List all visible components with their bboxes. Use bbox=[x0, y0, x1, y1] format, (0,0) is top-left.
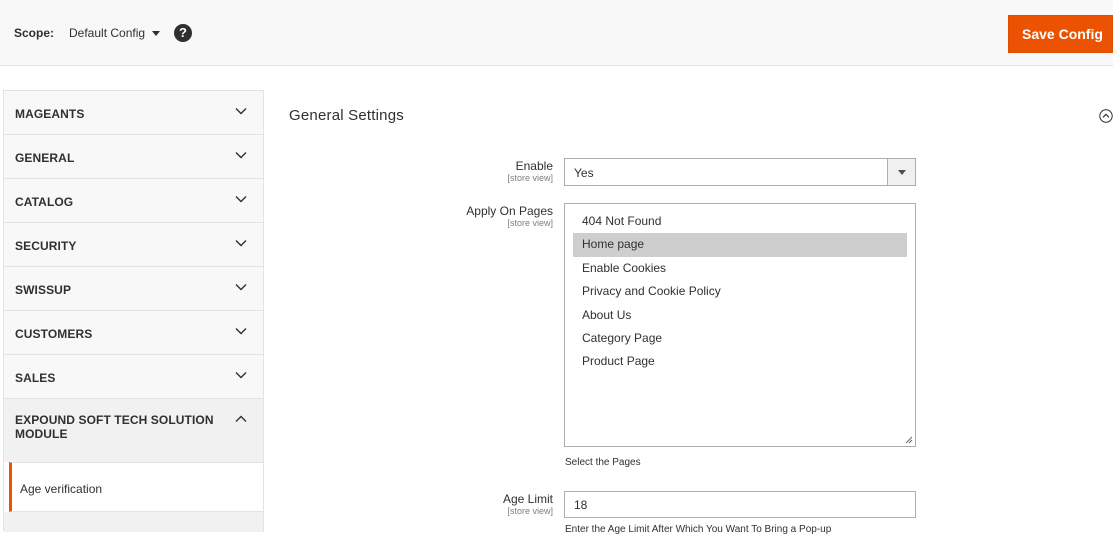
sidebar-item-catalog[interactable]: CATALOG bbox=[4, 178, 264, 222]
chevron-down-icon bbox=[235, 108, 247, 115]
sidebar-item-label: SALES bbox=[15, 371, 56, 385]
page-option-404-not-found[interactable]: 404 Not Found bbox=[573, 210, 907, 233]
chevron-down-icon bbox=[235, 372, 247, 379]
sidebar-item-general[interactable]: GENERAL bbox=[4, 134, 264, 178]
chevron-down-icon bbox=[235, 284, 247, 291]
page-option-product-page[interactable]: Product Page bbox=[573, 350, 907, 373]
page-option-privacy-cookie-policy[interactable]: Privacy and Cookie Policy bbox=[573, 280, 907, 303]
enable-select-value: Yes bbox=[574, 166, 594, 180]
apply-on-pages-multiselect[interactable]: 404 Not Found Home page Enable Cookies P… bbox=[564, 203, 916, 447]
config-tabs-sidebar: MAGEANTS GENERAL CATALOG SECURITY SWISSU… bbox=[3, 90, 264, 532]
enable-label: Enable bbox=[515, 159, 553, 173]
sidebar-item-label: EXPOUND SOFT TECH SOLUTION MODULE bbox=[15, 413, 214, 441]
sidebar-subitem-age-verification[interactable]: Age verification bbox=[9, 462, 264, 512]
resize-grip-icon[interactable] bbox=[905, 436, 913, 444]
help-icon[interactable]: ? bbox=[174, 24, 192, 42]
apply-on-pages-label: Apply On Pages bbox=[466, 204, 553, 218]
save-config-button[interactable]: Save Config bbox=[1008, 15, 1113, 53]
sidebar-item-customers[interactable]: CUSTOMERS bbox=[4, 310, 264, 354]
page-option-home-page[interactable]: Home page bbox=[573, 233, 907, 257]
sidebar-item-swissup[interactable]: SWISSUP bbox=[4, 266, 264, 310]
chevron-down-icon bbox=[235, 328, 247, 335]
enable-select[interactable]: Yes bbox=[564, 158, 916, 186]
page-option-about-us[interactable]: About Us bbox=[573, 304, 907, 327]
sidebar-item-label: GENERAL bbox=[15, 151, 75, 165]
sidebar-item-expound-module[interactable]: EXPOUND SOFT TECH SOLUTION MODULE bbox=[4, 398, 264, 456]
chevron-down-icon bbox=[235, 240, 247, 247]
scope-switcher[interactable]: Default Config bbox=[69, 26, 161, 40]
sidebar-item-label: CATALOG bbox=[15, 195, 74, 209]
page-actions-bar: Scope: Default Config ? Save Config bbox=[0, 0, 1113, 66]
sidebar-item-label: SECURITY bbox=[15, 239, 77, 253]
caret-down-icon bbox=[152, 31, 161, 37]
chevron-up-icon bbox=[235, 415, 247, 422]
sidebar-item-label: MAGEANTS bbox=[15, 107, 85, 121]
section-title[interactable]: General Settings bbox=[289, 107, 404, 124]
sidebar-subitem-label: Age verification bbox=[20, 482, 103, 496]
sidebar-item-label: CUSTOMERS bbox=[15, 327, 93, 341]
age-limit-scope-note: [store view] bbox=[507, 506, 553, 516]
sidebar-item-mageants[interactable]: MAGEANTS bbox=[4, 90, 264, 134]
age-limit-note: Enter the Age Limit After Which You Want… bbox=[565, 524, 832, 535]
enable-scope-note: [store view] bbox=[507, 173, 553, 183]
age-limit-label: Age Limit bbox=[502, 492, 553, 506]
apply-on-pages-scope-note: [store view] bbox=[507, 218, 553, 228]
scope-value: Default Config bbox=[69, 26, 146, 40]
dropdown-arrow-icon bbox=[887, 159, 915, 185]
sidebar-item-sales[interactable]: SALES bbox=[4, 354, 264, 398]
sidebar-item-security[interactable]: SECURITY bbox=[4, 222, 264, 266]
age-limit-input[interactable] bbox=[564, 491, 916, 518]
chevron-down-icon bbox=[235, 196, 247, 203]
sidebar-divider bbox=[4, 512, 264, 532]
page-option-category-page[interactable]: Category Page bbox=[573, 327, 907, 350]
scope-label: Scope: bbox=[14, 26, 55, 40]
page-option-enable-cookies[interactable]: Enable Cookies bbox=[573, 257, 907, 280]
sidebar-item-label: SWISSUP bbox=[15, 283, 72, 297]
apply-on-pages-note: Select the Pages bbox=[565, 457, 641, 468]
chevron-down-icon bbox=[235, 152, 247, 159]
collapse-section-icon[interactable] bbox=[1099, 109, 1113, 123]
